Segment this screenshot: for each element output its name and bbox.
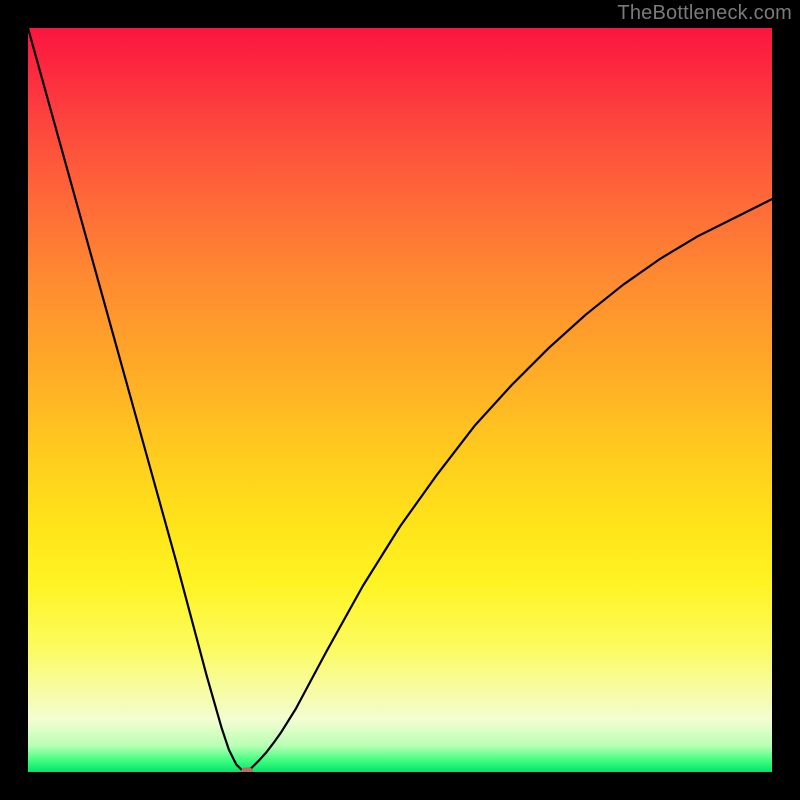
minimum-marker <box>241 768 253 773</box>
plot-area <box>28 28 772 772</box>
watermark-text: TheBottleneck.com <box>617 2 792 25</box>
bottleneck-curve <box>28 28 772 772</box>
chart-frame: TheBottleneck.com <box>0 0 800 800</box>
